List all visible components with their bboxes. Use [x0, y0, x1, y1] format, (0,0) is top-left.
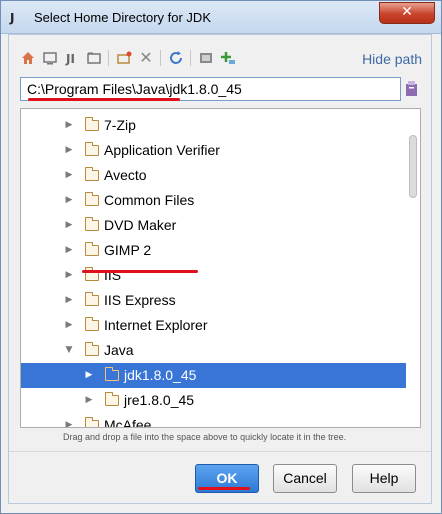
tree-item-label: Internet Explorer — [104, 317, 208, 333]
drag-drop-hint: Drag and drop a file into the space abov… — [63, 432, 347, 442]
tree-item[interactable]: ▶ Common Files — [21, 188, 406, 213]
collapsed-arrow-icon[interactable]: ▶ — [64, 138, 74, 163]
hide-path-link[interactable]: Hide path — [362, 51, 422, 67]
file-chooser-toolbar: JI ✕ — [18, 48, 278, 70]
tree-item-label: 7-Zip — [104, 117, 136, 133]
tree-item[interactable]: ▶ 7-Zip — [21, 113, 406, 138]
tree-item[interactable]: ▶ jre1.8.0_45 — [21, 388, 406, 413]
tree-item[interactable]: ▶ IIS Express — [21, 288, 406, 313]
folder-icon — [84, 292, 99, 306]
cancel-button[interactable]: Cancel — [273, 464, 337, 493]
annotation-underline — [198, 487, 250, 490]
folder-icon — [84, 317, 99, 331]
tree-item-label: Avecto — [104, 167, 147, 183]
show-hidden-icon[interactable] — [196, 48, 216, 68]
collapsed-arrow-icon[interactable]: ▶ — [64, 288, 74, 313]
tree-item-label: IIS Express — [104, 292, 176, 308]
close-button[interactable]: ✕ — [379, 2, 435, 24]
collapsed-arrow-icon[interactable]: ▶ — [64, 113, 74, 138]
folder-icon — [104, 392, 119, 406]
collapsed-arrow-icon[interactable]: ▶ — [64, 238, 74, 263]
help-button[interactable]: Help — [352, 464, 416, 493]
tree-item[interactable]: ▶ IIS — [21, 263, 406, 288]
annotation-underline — [28, 98, 180, 101]
tree-item-label: Common Files — [104, 192, 195, 208]
module-icon[interactable] — [84, 48, 104, 68]
folder-icon — [84, 342, 99, 356]
refresh-icon[interactable] — [166, 48, 186, 68]
folder-icon — [84, 242, 99, 256]
expanded-arrow-icon[interactable]: ▼ — [64, 338, 74, 363]
tree-item[interactable]: ▼ Java — [21, 338, 406, 363]
new-dir-icon[interactable] — [218, 48, 238, 68]
annotation-underline — [82, 270, 198, 273]
tree-item-label: jre1.8.0_45 — [124, 392, 195, 408]
directory-tree[interactable]: ▶ 7-Zip ▶ Application Verifier ▶ Avecto ▶ Commo… — [20, 108, 421, 428]
delete-icon[interactable]: ✕ — [136, 48, 156, 68]
tree-scrollbar-thumb[interactable] — [409, 135, 417, 198]
collapsed-arrow-icon[interactable]: ▶ — [64, 213, 74, 238]
tree-item[interactable]: ▶ Application Verifier — [21, 138, 406, 163]
intellij-logo-icon: J — [10, 11, 14, 25]
tree-item-label: GIMP 2 — [104, 242, 152, 258]
desktop-icon[interactable] — [40, 48, 60, 68]
collapsed-arrow-icon[interactable]: ▶ — [84, 363, 94, 388]
tree-item-label: Java — [104, 342, 134, 358]
tree-item-label: McAfee — [104, 417, 152, 428]
tree-item[interactable]: ▶ Internet Explorer — [21, 313, 406, 338]
collapsed-arrow-icon[interactable]: ▶ — [64, 163, 74, 188]
tree-item-label: jdk1.8.0_45 — [124, 367, 197, 383]
tree-item[interactable]: ▶ McAfee — [21, 413, 406, 428]
folder-icon — [84, 117, 99, 131]
collapsed-arrow-icon[interactable]: ▶ — [84, 388, 94, 413]
folder-icon — [84, 417, 99, 427]
tree-item-label: IIS — [104, 267, 122, 283]
divider — [9, 451, 431, 452]
folder-icon — [84, 217, 99, 231]
folder-icon — [104, 367, 119, 381]
new-folder-icon[interactable] — [114, 48, 134, 68]
toolbar-separator — [160, 50, 161, 66]
tree-item[interactable]: ▶ jdk1.8.0_45 — [21, 363, 406, 388]
title-bar[interactable]: J Select Home Directory for JDK ✕ — [1, 1, 441, 34]
tree-item[interactable]: ▶ GIMP 2 — [21, 238, 406, 263]
folder-icon — [84, 142, 99, 156]
project-icon[interactable]: JI — [62, 48, 82, 68]
tree-item[interactable]: ▶ DVD Maker — [21, 213, 406, 238]
toolbar-separator — [190, 50, 191, 66]
toolbar-separator — [108, 50, 109, 66]
folder-icon — [84, 167, 99, 181]
folder-icon — [84, 192, 99, 206]
collapsed-arrow-icon[interactable]: ▶ — [64, 263, 74, 288]
tree-item[interactable]: ▶ Avecto — [21, 163, 406, 188]
tree-item-label: DVD Maker — [104, 217, 177, 233]
browse-path-icon[interactable] — [404, 79, 420, 99]
dialog-title: Select Home Directory for JDK — [34, 10, 211, 25]
svg-text:JI: JI — [65, 52, 75, 66]
collapsed-arrow-icon[interactable]: ▶ — [64, 188, 74, 213]
collapsed-arrow-icon[interactable]: ▶ — [64, 313, 74, 338]
tree-item-label: Application Verifier — [104, 142, 220, 158]
collapsed-arrow-icon[interactable]: ▶ — [64, 413, 74, 427]
home-icon[interactable] — [18, 48, 38, 68]
